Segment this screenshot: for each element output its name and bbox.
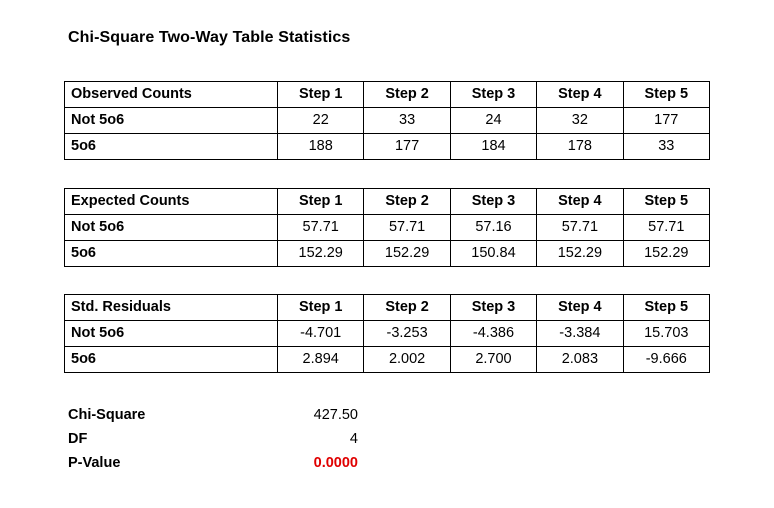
column-header: Step 3 [449,188,538,215]
column-header: Step 5 [622,188,711,215]
data-cell: 33 [363,107,451,134]
row-label: 5o6 [64,346,278,373]
column-header: Step 1 [276,188,365,215]
data-cell: 32 [536,107,624,134]
column-header: Step 5 [622,81,711,108]
summary-value: 4 [349,431,358,447]
table-corner-label: Std. Residuals [64,294,278,321]
column-header: Step 4 [536,188,624,215]
data-cell: -3.253 [363,320,451,347]
data-cell: 57.71 [536,214,624,241]
p-value-highlighted: 0.0000 [313,455,358,471]
data-cell: 188 [276,133,365,160]
data-cell: 57.71 [622,214,711,241]
data-cell: 57.16 [449,214,538,241]
data-cell: 152.29 [536,240,624,267]
data-cell: 177 [363,133,451,160]
column-header: Step 4 [536,81,624,108]
table-header-row: Expected Counts Step 1 Step 2 Step 3 Ste… [64,188,711,215]
observed-counts-table: Observed Counts Step 1 Step 2 Step 3 Ste… [64,81,711,160]
column-header: Step 1 [276,81,365,108]
data-cell: 57.71 [276,214,365,241]
data-cell: 184 [449,133,538,160]
data-cell: 152.29 [276,240,365,267]
table-row: 5o6 188 177 184 178 33 [64,133,711,160]
column-header: Step 3 [449,294,538,321]
data-cell: 57.71 [363,214,451,241]
summary-label: DF [68,431,88,447]
summary-label: Chi-Square [68,407,146,423]
data-cell: -4.701 [276,320,365,347]
table-row: Not 5o6 22 33 24 32 177 [64,107,711,134]
column-header: Step 2 [363,294,451,321]
row-label: Not 5o6 [64,320,278,347]
column-header: Step 3 [449,81,538,108]
summary-statistics: Chi-Square 427.50 DF 4 P-Value 0.0000 [68,403,358,475]
summary-value: 427.50 [313,407,358,423]
column-header: Step 4 [536,294,624,321]
data-cell: 2.700 [449,346,538,373]
page-title: Chi-Square Two-Way Table Statistics [68,29,351,46]
summary-row-chi-square: Chi-Square 427.50 [68,403,358,427]
data-cell: -4.386 [449,320,538,347]
row-label: 5o6 [64,133,278,160]
data-cell: 24 [449,107,538,134]
data-cell: 2.083 [536,346,624,373]
data-cell: -3.384 [536,320,624,347]
statistics-output-page: Chi-Square Two-Way Table Statistics Obse… [0,0,774,508]
column-header: Step 2 [363,188,451,215]
data-cell: 2.894 [276,346,365,373]
expected-counts-table: Expected Counts Step 1 Step 2 Step 3 Ste… [64,188,711,267]
row-label: Not 5o6 [64,107,278,134]
table-row: Not 5o6 -4.701 -3.253 -4.386 -3.384 15.7… [64,320,711,347]
column-header: Step 5 [622,294,711,321]
data-cell: 152.29 [363,240,451,267]
table-row: 5o6 2.894 2.002 2.700 2.083 -9.666 [64,346,711,373]
data-cell: 152.29 [622,240,711,267]
column-header: Step 1 [276,294,365,321]
summary-row-df: DF 4 [68,427,358,451]
data-cell: 33 [622,133,711,160]
column-header: Step 2 [363,81,451,108]
table-row: Not 5o6 57.71 57.71 57.16 57.71 57.71 [64,214,711,241]
table-row: 5o6 152.29 152.29 150.84 152.29 152.29 [64,240,711,267]
data-cell: 22 [276,107,365,134]
table-corner-label: Expected Counts [64,188,278,215]
std-residuals-table: Std. Residuals Step 1 Step 2 Step 3 Step… [64,294,711,373]
summary-label: P-Value [68,455,121,471]
row-label: 5o6 [64,240,278,267]
data-cell: 15.703 [622,320,711,347]
table-header-row: Std. Residuals Step 1 Step 2 Step 3 Step… [64,294,711,321]
data-cell: -9.666 [622,346,711,373]
table-corner-label: Observed Counts [64,81,278,108]
summary-row-p-value: P-Value 0.0000 [68,451,358,475]
data-cell: 178 [536,133,624,160]
data-cell: 177 [622,107,711,134]
data-cell: 2.002 [363,346,451,373]
table-header-row: Observed Counts Step 1 Step 2 Step 3 Ste… [64,81,711,108]
data-cell: 150.84 [449,240,538,267]
row-label: Not 5o6 [64,214,278,241]
